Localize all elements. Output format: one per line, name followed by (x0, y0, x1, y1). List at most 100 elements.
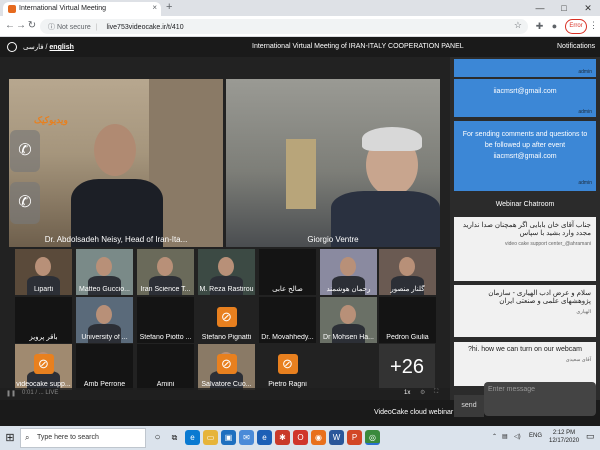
participant-tile[interactable]: ⊘ Pietro Ragni (259, 344, 316, 390)
language-indicator[interactable]: ENG (529, 433, 542, 439)
side-panel: admin iiacmsrt@gmail.com admin For sendi… (450, 57, 600, 400)
edge-icon[interactable]: e (185, 430, 200, 445)
clock[interactable]: 2:12 PM 12/17/2020 (549, 429, 579, 445)
more-participants-tile[interactable]: +26 (379, 344, 435, 390)
participant-name: Pedron Giulia (386, 334, 429, 341)
participant-name: Dr Mohsen Ha... (323, 334, 374, 341)
new-tab-button[interactable]: + (166, 1, 172, 13)
participant-face (399, 257, 415, 276)
browser-toolbar: ← → ↻ ⓘ Not secure | live753videocake.ir… (0, 16, 600, 37)
error-badge[interactable]: Error (565, 19, 587, 34)
address-bar[interactable]: ⓘ Not secure | live753videocake.ir/t/410… (40, 19, 528, 34)
participant-tile[interactable]: Iran Science T... (137, 249, 194, 295)
participant-tile[interactable]: University of ... (76, 297, 133, 343)
participant-name: Matteo Guccio... (79, 286, 130, 293)
participant-tile[interactable]: Matteo Guccio... (76, 249, 133, 295)
participant-tile[interactable]: ⊘ Salvatore Cuo... (198, 344, 255, 390)
network-icon[interactable]: ▤ (502, 433, 508, 440)
speed-button[interactable]: 1x (404, 390, 410, 396)
clock-date: 12/17/2020 (549, 438, 580, 444)
info-icon[interactable]: ⓘ (48, 24, 55, 31)
participant-face (218, 257, 234, 276)
participant-tile[interactable]: Liparti (15, 249, 72, 295)
participant-tile[interactable]: Amb Perrone (76, 344, 133, 390)
pause-icon[interactable]: ❚❚ (6, 390, 16, 397)
participant-name: Stefano Pignatti (201, 334, 252, 341)
participant-tile[interactable]: Dr Mohsen Ha... (320, 297, 377, 343)
language-switch[interactable]: فارسی / english (23, 43, 74, 51)
ie-icon[interactable]: e (257, 430, 272, 445)
settings-icon[interactable]: ⚙ (420, 389, 425, 396)
power-icon[interactable] (7, 42, 17, 52)
participant-tile[interactable]: صالح عابی (259, 249, 316, 295)
participant-name: University of ... (81, 334, 128, 341)
store-icon[interactable]: ▣ (221, 430, 236, 445)
app-icon[interactable]: ✱ (275, 430, 290, 445)
main-speaker-left[interactable]: ویدیوکیک Dr. Abdolsadeh Neisy, Head of I… (9, 79, 223, 247)
participant-face (340, 305, 356, 324)
windows-start-icon[interactable]: ⊞ (0, 426, 20, 450)
participant-tile[interactable]: رحمان هوشمند (320, 249, 377, 295)
firefox-icon[interactable]: ◉ (311, 430, 326, 445)
menu-icon[interactable]: ⋮ (589, 20, 598, 31)
main-speaker-right[interactable]: Giorgio Ventre (226, 79, 440, 247)
videocake-logo: ویدیوکیک (34, 115, 68, 125)
chat-text: جناب آقای خان بابایی اگر همچنان صدا ندار… (462, 222, 591, 237)
participant-tile[interactable]: ⊘ videocake supp... (15, 344, 72, 390)
lang-fa[interactable]: فارسی / (23, 44, 47, 51)
phone-icon[interactable]: ✆ (10, 182, 40, 224)
participant-tile[interactable]: Amini (137, 344, 194, 390)
minimize-button[interactable]: — (528, 0, 552, 16)
notification-item: For sending comments and questions to be… (454, 121, 596, 191)
participant-tile[interactable]: ⊘ Stefano Pignatti (198, 297, 255, 343)
chatroom-title: Webinar Chatroom (450, 197, 600, 213)
video-grid: ویدیوکیک Dr. Abdolsadeh Neisy, Head of I… (0, 57, 450, 400)
chat-message: جناب آقای خان بابایی اگر همچنان صدا ندار… (454, 217, 596, 281)
close-window-button[interactable]: ✕ (576, 0, 600, 16)
maximize-button[interactable]: □ (552, 0, 576, 16)
lang-en[interactable]: english (49, 44, 74, 51)
notification-center-icon[interactable]: ▭ (586, 431, 595, 442)
participant-tile[interactable]: گلنار منصور (379, 249, 436, 295)
mail-icon[interactable]: ✉ (239, 430, 254, 445)
chat-sender: الهیاری (576, 309, 591, 315)
taskbar: ⊞ ⌕ Type here to search ○ ⧉ e ▭ ▣ ✉ e ✱ … (0, 426, 600, 450)
puzzle-icon[interactable]: ✚ (533, 20, 546, 33)
tray-arrow-icon[interactable]: ⌃ (492, 433, 497, 440)
volume-icon[interactable]: ◁) (514, 433, 521, 440)
cortana-icon[interactable]: ○ (150, 430, 165, 445)
page-title: International Virtual Meeting of IRAN-IT… (252, 43, 464, 50)
chat-input[interactable]: Enter message (484, 382, 596, 416)
url-text: live753videocake.ir/t/410 (106, 24, 184, 31)
search-placeholder: Type here to search (37, 434, 99, 441)
profile-icon[interactable]: ● (548, 20, 561, 33)
participant-tile[interactable]: M. Reza Rastirou (198, 249, 255, 295)
participant-name: Stefano Piotto ... (139, 334, 192, 341)
taskbar-search-input[interactable]: ⌕ Type here to search (20, 428, 146, 448)
phone-icon[interactable]: ✆ (10, 130, 40, 172)
star-icon[interactable]: ☆ (514, 20, 522, 31)
chat-text: سلام و عرض ادب الهیاری - سازمان پژوهشهای… (488, 290, 591, 305)
tab-close-icon[interactable]: × (152, 3, 157, 12)
participant-tile[interactable]: Pedron Giulia (379, 297, 436, 343)
participant-tile[interactable]: Dr. Movahhedy... (259, 297, 316, 343)
participant-name: Amb Perrone (83, 381, 126, 388)
send-button[interactable]: send (454, 395, 484, 417)
powerpoint-icon[interactable]: P (347, 430, 362, 445)
player-time: 0:01 / ... LIVE (22, 390, 59, 396)
word-icon[interactable]: W (329, 430, 344, 445)
participant-tile[interactable]: باقر پرویز (15, 297, 72, 343)
file-explorer-icon[interactable]: ▭ (203, 430, 218, 445)
task-view-icon[interactable]: ⧉ (167, 430, 182, 445)
participant-tile[interactable]: Stefano Piotto ... (137, 297, 194, 343)
chrome-icon[interactable]: ◎ (365, 430, 380, 445)
security-label: Not secure (56, 24, 91, 31)
favicon-icon (8, 5, 16, 13)
fullscreen-icon[interactable]: ⛶ (434, 389, 438, 396)
browser-tab[interactable]: International Virtual Meeting × (3, 2, 161, 16)
participant-name: Dr. Movahhedy... (261, 334, 314, 341)
reload-icon[interactable]: ↻ (25, 19, 39, 33)
opera-icon[interactable]: O (293, 430, 308, 445)
notification-sender: admin (578, 69, 592, 75)
participant-name: Salvatore Cuo... (201, 381, 252, 388)
